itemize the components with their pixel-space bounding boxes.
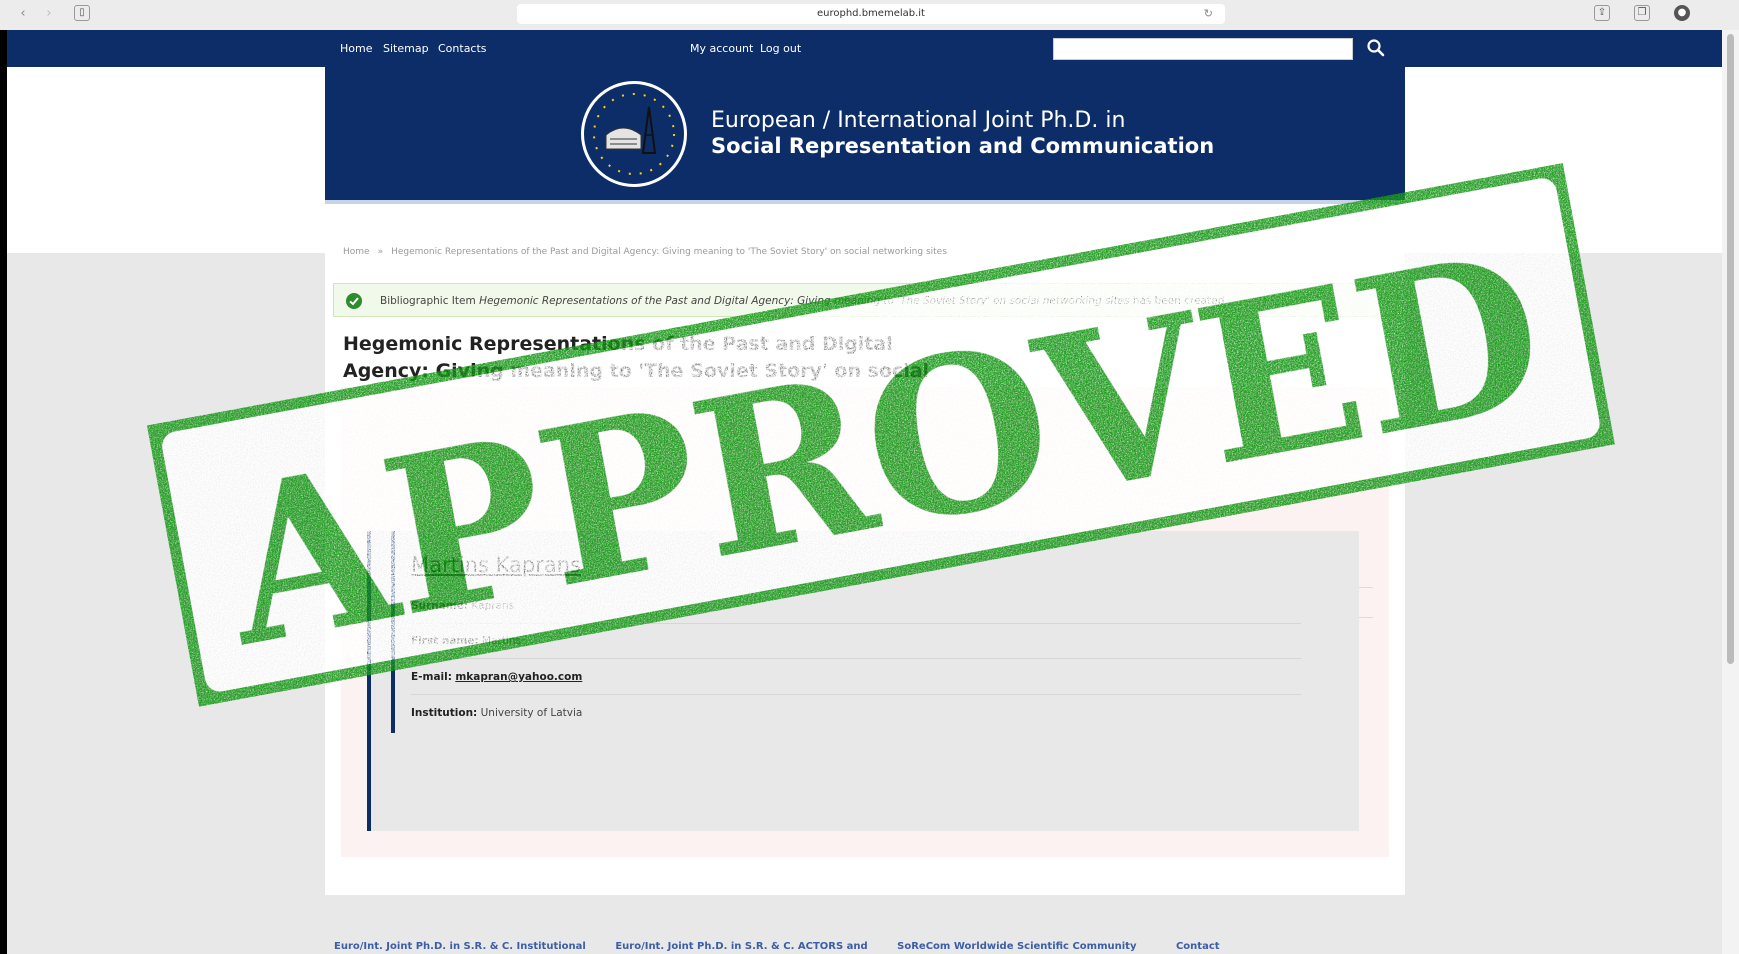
surname-value: Kaprans bbox=[471, 600, 515, 612]
url-text: europhd.bmemelab.it bbox=[817, 8, 925, 19]
search-icon[interactable] bbox=[1365, 37, 1387, 59]
status-message: Bibliographic Item Hegemonic Representat… bbox=[333, 283, 1397, 317]
footer-link-actors[interactable]: Euro/Int. Joint Ph.D. in S.R. & C. ACTOR… bbox=[615, 941, 867, 952]
my-account-link[interactable]: My account bbox=[690, 42, 753, 55]
check-circle-icon bbox=[346, 293, 362, 309]
institution-label: Institution: bbox=[411, 707, 478, 719]
scrollbar-thumb[interactable] bbox=[1727, 34, 1734, 664]
footer-link-institutional[interactable]: Euro/Int. Joint Ph.D. in S.R. & C. Insti… bbox=[334, 941, 586, 952]
footer-link-contact[interactable]: Contact bbox=[1176, 941, 1220, 952]
tabs-icon[interactable]: ❐ bbox=[1634, 5, 1650, 21]
status-message-text: Bibliographic Item Hegemonic Representat… bbox=[380, 295, 1224, 307]
author-first-name: First name: Martins bbox=[411, 635, 521, 647]
breadcrumb-separator-icon: » bbox=[377, 247, 384, 257]
site-banner: European / International Joint Ph.D. in … bbox=[325, 67, 1405, 204]
author-card-accent bbox=[391, 531, 395, 733]
search-input[interactable] bbox=[1053, 38, 1353, 60]
first-name-value: Martins bbox=[482, 635, 522, 647]
footer-nav: Euro/Int. Joint Ph.D. in S.R. & C. Insti… bbox=[334, 941, 1220, 952]
breadcrumb-current: Hegemonic Representations of the Past an… bbox=[391, 247, 947, 257]
author-institution: Institution: University of Latvia bbox=[411, 707, 582, 719]
divider bbox=[411, 658, 1301, 659]
banner-title-line2: Social Representation and Communication bbox=[711, 134, 1215, 158]
site-logo[interactable] bbox=[579, 79, 689, 189]
address-bar[interactable]: europhd.bmemelab.it ↻ bbox=[517, 4, 1225, 24]
footer-link-community[interactable]: SoReCom Worldwide Scientific Community bbox=[897, 941, 1136, 952]
breadcrumb-home[interactable]: Home bbox=[343, 247, 370, 257]
status-message-prefix: Bibliographic Item bbox=[380, 295, 476, 307]
surname-label: Surname: bbox=[411, 600, 469, 612]
back-icon[interactable]: ‹ bbox=[14, 6, 32, 22]
divider bbox=[411, 623, 1301, 624]
nav-sitemap-link[interactable]: Sitemap bbox=[383, 42, 429, 55]
nav-contacts-link[interactable]: Contacts bbox=[438, 42, 487, 55]
downloads-icon[interactable]: ● bbox=[1674, 5, 1690, 21]
divider bbox=[411, 694, 1301, 695]
author-surname: Surname: Kaprans bbox=[411, 600, 514, 612]
institution-value: University of Latvia bbox=[480, 707, 583, 719]
banner-title-line1: European / International Joint Ph.D. in bbox=[711, 108, 1126, 133]
bibliographic-details: Martins Kaprans Surname: Kaprans First n… bbox=[341, 387, 1389, 857]
share-icon[interactable]: ⇪ bbox=[1594, 5, 1610, 21]
author-email: E-mail: mkapran@yahoo.com bbox=[411, 671, 582, 683]
status-message-suffix: has been created bbox=[1132, 295, 1225, 307]
content-container: European / International Joint Ph.D. in … bbox=[325, 67, 1405, 895]
email-link[interactable]: mkapran@yahoo.com bbox=[455, 671, 582, 683]
browser-toolbar: ‹ › ▯ europhd.bmemelab.it ↻ ⇪ ❐ ● bbox=[0, 0, 1739, 30]
scrollbar[interactable] bbox=[1722, 30, 1739, 954]
status-message-item: Hegemonic Representations of the Past an… bbox=[479, 295, 1130, 307]
top-navigation-bar: Home Sitemap Contacts My account Log out bbox=[7, 30, 1722, 67]
author-name-link[interactable]: Martins Kaprans bbox=[411, 553, 581, 577]
breadcrumb: Home » Hegemonic Representations of the Pa… bbox=[343, 247, 947, 257]
author-card: Martins Kaprans Surname: Kaprans First n… bbox=[367, 531, 1359, 831]
web-page: Home Sitemap Contacts My account Log out… bbox=[7, 30, 1722, 954]
logout-link[interactable]: Log out bbox=[760, 42, 801, 55]
first-name-label: First name: bbox=[411, 635, 479, 647]
nav-home-link[interactable]: Home bbox=[340, 42, 372, 55]
forward-icon[interactable]: › bbox=[40, 6, 58, 22]
email-label: E-mail: bbox=[411, 671, 452, 683]
reload-icon[interactable]: ↻ bbox=[1204, 4, 1213, 24]
sidebar-icon[interactable]: ▯ bbox=[74, 5, 90, 21]
